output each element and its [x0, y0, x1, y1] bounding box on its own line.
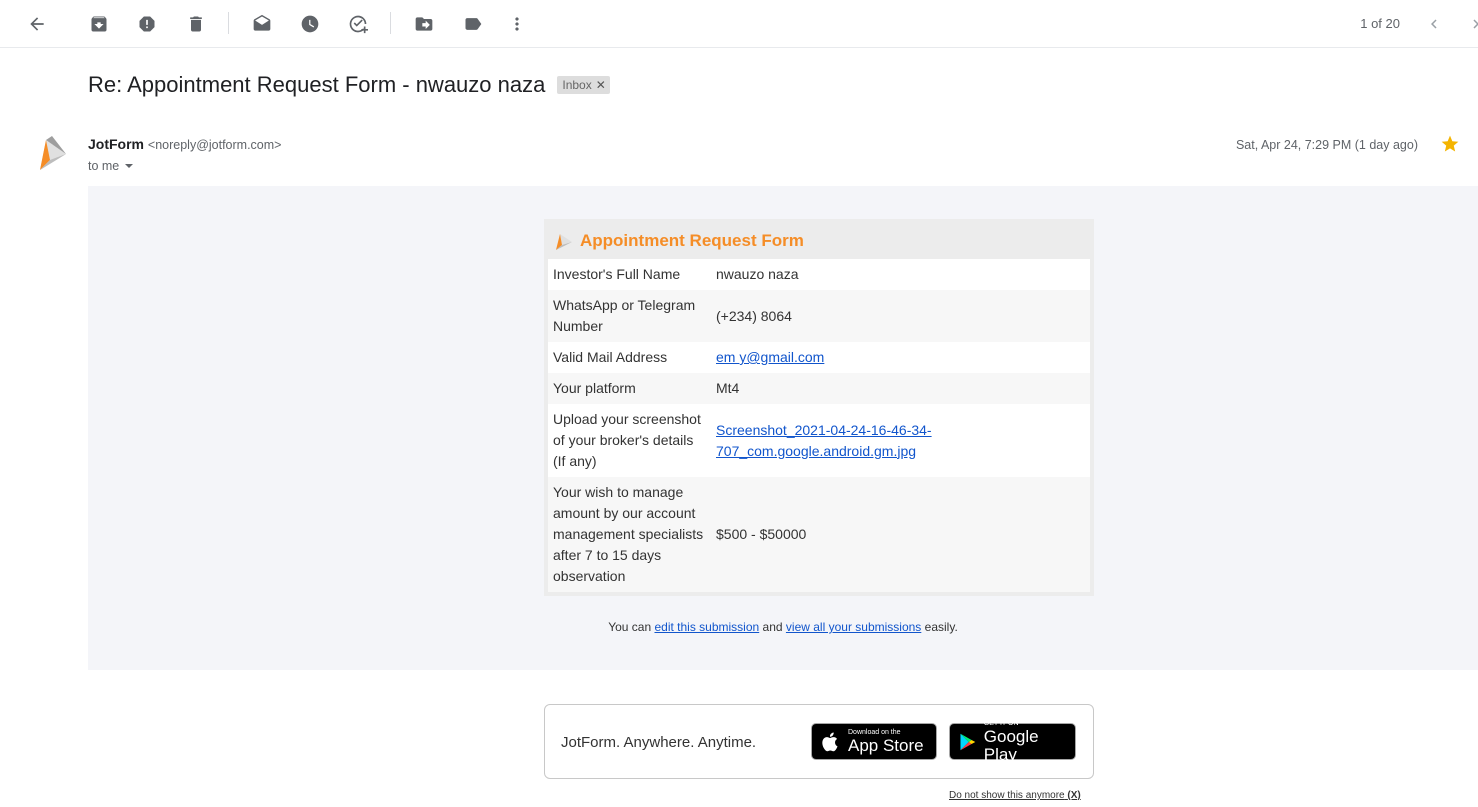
- field-value: $500 - $50000: [716, 526, 807, 542]
- mark-unread-icon[interactable]: [246, 8, 278, 40]
- report-spam-icon[interactable]: [131, 8, 163, 40]
- view-submissions-link[interactable]: view all your submissions: [786, 620, 921, 634]
- field-label: Your platform: [553, 380, 636, 396]
- field-value: nwauzo naza: [716, 266, 799, 282]
- field-value: (+234) 8064: [716, 307, 792, 324]
- field-label: WhatsApp or Telegram Number: [553, 297, 696, 334]
- move-to-icon[interactable]: [408, 8, 440, 40]
- jotform-logo-icon: [556, 234, 572, 250]
- submission-card: Appointment Request Form Investor's Full…: [544, 219, 1094, 596]
- table-row: WhatsApp or Telegram Number (+234) 8064: [548, 290, 1090, 342]
- email-date: Sat, Apr 24, 7:29 PM (1 day ago): [1235, 138, 1418, 152]
- recipient-text: to me: [88, 159, 120, 173]
- email-body: Appointment Request Form Investor's Full…: [88, 186, 1478, 670]
- toolbar-divider: [390, 12, 391, 34]
- email-toolbar: 1 of 20: [0, 0, 1478, 48]
- label-icon[interactable]: [457, 8, 489, 40]
- sender-name[interactable]: JotForm: [88, 136, 144, 152]
- snooze-icon[interactable]: [294, 8, 326, 40]
- field-label: Valid Mail Address: [553, 349, 668, 365]
- footer-suffix: easily.: [924, 620, 958, 634]
- google-play-big-text: Google Play: [983, 726, 1039, 764]
- dont-show-x: (X): [1067, 790, 1081, 801]
- delete-icon[interactable]: [180, 8, 212, 40]
- table-row: Your wish to manage amount by our accoun…: [548, 477, 1090, 592]
- field-label: Upload your screenshot of your broker's …: [553, 411, 701, 469]
- archive-icon[interactable]: [83, 8, 115, 40]
- inbox-label-chip[interactable]: Inbox ✕: [557, 76, 610, 94]
- form-header: Appointment Request Form: [548, 223, 1090, 259]
- table-row: Valid Mail Address em y@gmail.com: [548, 342, 1090, 373]
- table-row: Upload your screenshot of your broker's …: [548, 404, 1090, 477]
- email-subject: Re: Appointment Request Form - nwauzo na…: [88, 72, 546, 97]
- table-row: Investor's Full Name nwauzo naza: [548, 259, 1090, 290]
- back-arrow-icon[interactable]: [21, 8, 53, 40]
- chevron-right-icon[interactable]: [1460, 8, 1478, 40]
- jotform-promo-box: JotForm. Anywhere. Anytime. Download on …: [544, 704, 1094, 779]
- toolbar-divider: [228, 12, 229, 34]
- sender-email: <noreply@jotform.com>: [147, 138, 282, 152]
- add-task-icon[interactable]: [342, 8, 374, 40]
- footer-mid: and: [762, 620, 783, 634]
- email-address-link[interactable]: em y@gmail.com: [716, 349, 824, 365]
- inbox-label-text: Inbox: [562, 78, 592, 92]
- google-play-button[interactable]: GET IT ON Google Play: [949, 720, 1076, 763]
- apple-icon: [822, 732, 838, 751]
- chevron-left-icon[interactable]: [1418, 8, 1450, 40]
- table-row: Your platform Mt4: [548, 373, 1090, 404]
- google-play-icon: [960, 733, 976, 750]
- edit-submission-link[interactable]: edit this submission: [654, 620, 759, 634]
- email-subject-row: Re: Appointment Request Form - nwauzo na…: [88, 72, 610, 98]
- recipient-line[interactable]: to me: [88, 159, 134, 173]
- pager-count: 1 of 20: [1360, 16, 1400, 31]
- more-icon[interactable]: [501, 8, 533, 40]
- footer-prefix: You can: [608, 620, 652, 634]
- submission-footer: You can edit this submission and view al…: [88, 620, 1478, 634]
- field-label: Your wish to manage amount by our accoun…: [553, 484, 704, 584]
- field-label: Investor's Full Name: [553, 266, 681, 282]
- sender-avatar[interactable]: [36, 134, 70, 172]
- chevron-down-icon[interactable]: [125, 164, 134, 168]
- app-store-big-text: App Store: [848, 735, 924, 755]
- app-store-button[interactable]: Download on the App Store: [811, 723, 937, 760]
- promo-tagline: JotForm. Anywhere. Anytime.: [561, 734, 757, 751]
- field-value: Mt4: [716, 380, 740, 396]
- remove-label-icon[interactable]: ✕: [596, 78, 606, 92]
- dont-show-link[interactable]: Do not show this anymore (X): [949, 790, 1081, 801]
- star-icon[interactable]: [1440, 134, 1460, 154]
- dont-show-text: Do not show this anymore: [949, 790, 1065, 801]
- screenshot-file-link[interactable]: Screenshot_2021-04-24-16-46-34-707_com.g…: [716, 420, 936, 462]
- submission-table: Investor's Full Name nwauzo naza WhatsAp…: [548, 259, 1090, 592]
- field-value: Screenshot_2021-04-24-16-46-34-707_com.g…: [711, 404, 1090, 477]
- form-title: Appointment Request Form: [580, 231, 804, 250]
- sender-line: JotForm <noreply@jotform.com>: [88, 136, 281, 152]
- field-value: em y@gmail.com: [711, 342, 1090, 373]
